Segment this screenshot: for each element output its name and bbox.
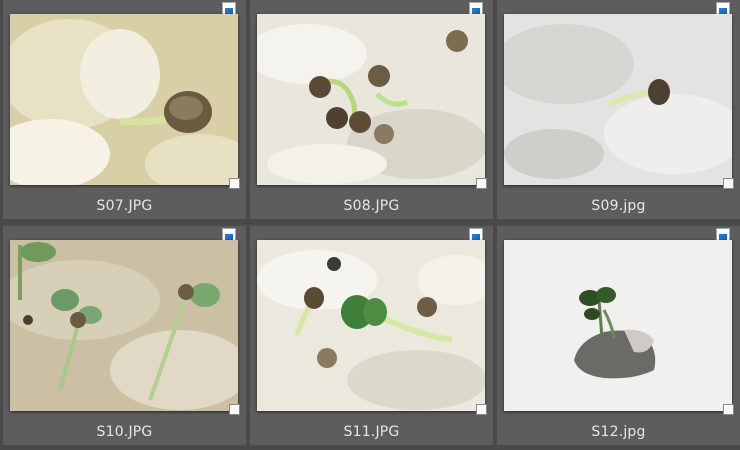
thumbnail-item[interactable]: S12.jpg xyxy=(497,226,740,445)
thumbnail-image[interactable] xyxy=(504,240,732,411)
checkbox-icon[interactable] xyxy=(476,404,487,415)
thumbnail-image[interactable] xyxy=(10,240,238,411)
thumbnail-filename: S12.jpg xyxy=(591,424,646,440)
thumbnail-grid: S07.JPG S08.JPG S09.jpg S10.JPG S11.JPG … xyxy=(0,0,740,450)
thumbnail-image[interactable] xyxy=(10,14,238,185)
thumbnail-filename: S11.JPG xyxy=(343,424,400,440)
thumbnail-image[interactable] xyxy=(257,14,485,185)
checkbox-icon[interactable] xyxy=(229,178,240,189)
checkbox-icon[interactable] xyxy=(723,404,734,415)
checkbox-icon[interactable] xyxy=(723,178,734,189)
thumbnail-item[interactable]: S09.jpg xyxy=(497,0,740,219)
thumbnail-item[interactable]: S08.JPG xyxy=(250,0,493,219)
thumbnail-item[interactable]: S10.JPG xyxy=(3,226,246,445)
thumbnail-image[interactable] xyxy=(257,240,485,411)
thumbnail-filename: S07.JPG xyxy=(96,198,153,214)
thumbnail-filename: S08.JPG xyxy=(343,198,400,214)
checkbox-icon[interactable] xyxy=(229,404,240,415)
thumbnail-item[interactable]: S07.JPG xyxy=(3,0,246,219)
thumbnail-filename: S10.JPG xyxy=(96,424,153,440)
thumbnail-filename: S09.jpg xyxy=(591,198,646,214)
thumbnail-image[interactable] xyxy=(504,14,732,185)
thumbnail-item[interactable]: S11.JPG xyxy=(250,226,493,445)
checkbox-icon[interactable] xyxy=(476,178,487,189)
